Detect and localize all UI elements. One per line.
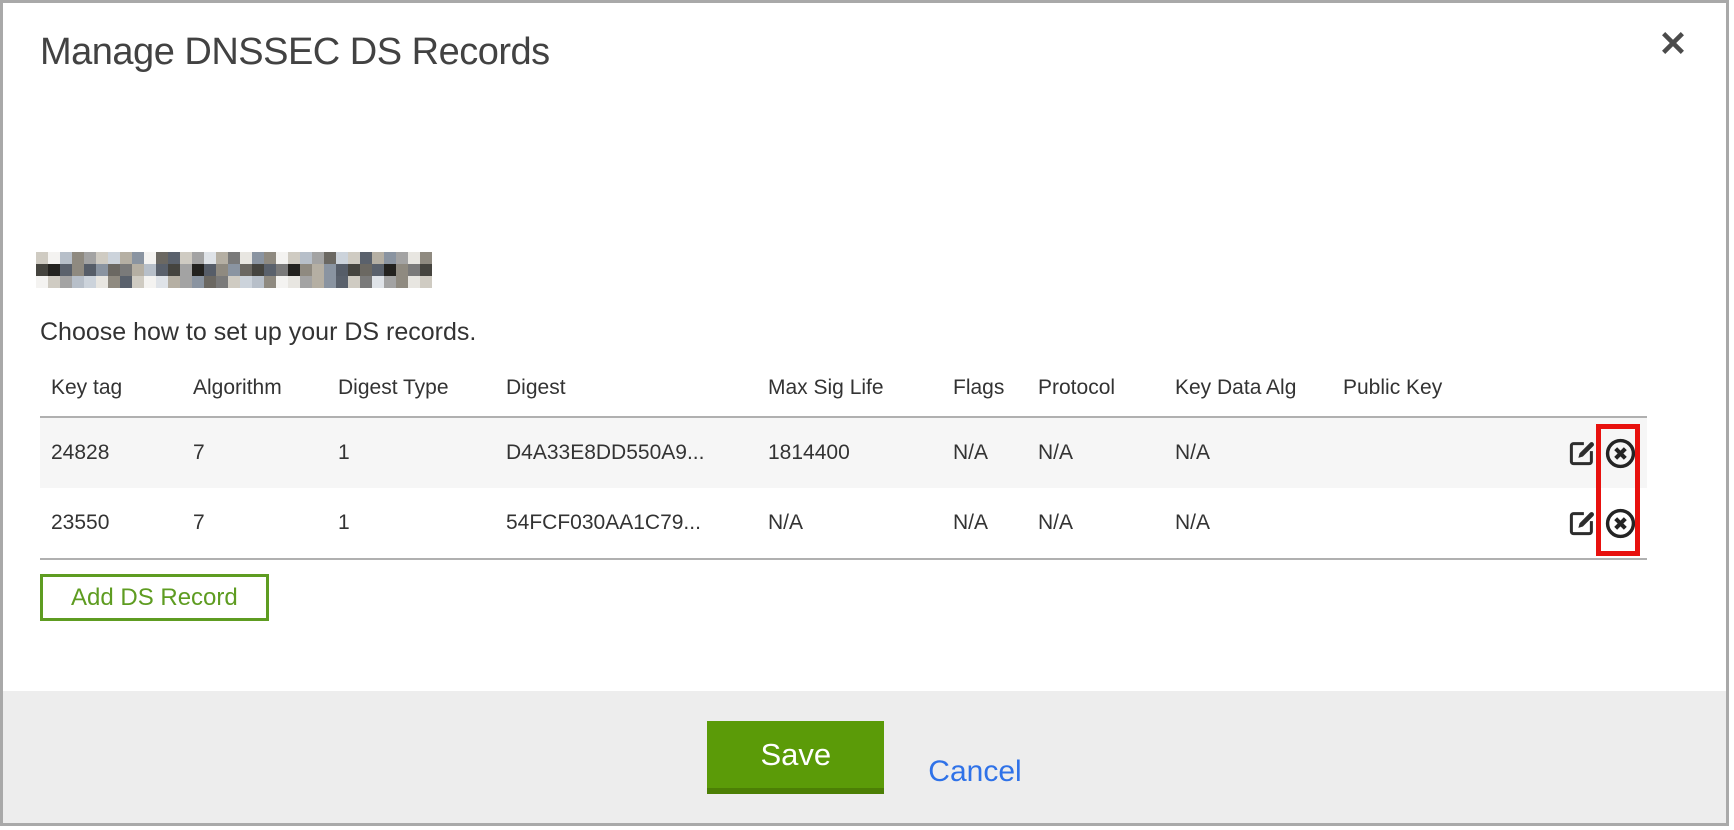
cell-max-sig-life: N/A	[768, 511, 953, 535]
edit-record-button[interactable]	[1567, 508, 1597, 538]
cell-key-tag: 24828	[51, 441, 193, 465]
table-row: 23550 7 1 54FCF030AA1C79... N/A N/A N/A …	[40, 488, 1647, 558]
cell-flags: N/A	[953, 511, 1038, 535]
cell-flags: N/A	[953, 441, 1038, 465]
row-actions	[1543, 437, 1647, 470]
header-max-sig-life: Max Sig Life	[768, 376, 953, 400]
header-algorithm: Algorithm	[193, 376, 338, 400]
manage-dnssec-dialog: Manage DNSSEC DS Records Choose how to s…	[0, 0, 1729, 826]
cell-key-tag: 23550	[51, 511, 193, 535]
cell-digest: D4A33E8DD550A9...	[506, 441, 768, 465]
cell-algorithm: 7	[193, 511, 338, 535]
header-public-key: Public Key	[1343, 376, 1543, 400]
table-row: 24828 7 1 D4A33E8DD550A9... 1814400 N/A …	[40, 418, 1647, 488]
save-button[interactable]: Save	[707, 721, 884, 794]
close-button[interactable]	[1651, 23, 1695, 67]
close-icon	[1658, 28, 1688, 63]
edit-icon	[1567, 438, 1597, 468]
redacted-domain-name	[36, 252, 432, 288]
cell-key-data-alg: N/A	[1175, 511, 1343, 535]
row-actions	[1543, 507, 1647, 540]
remove-circle-icon	[1604, 507, 1637, 540]
cell-digest-type: 1	[338, 511, 506, 535]
remove-circle-icon	[1604, 437, 1637, 470]
cell-key-data-alg: N/A	[1175, 441, 1343, 465]
header-digest: Digest	[506, 376, 768, 400]
header-key-tag: Key tag	[51, 376, 193, 400]
ds-records-table: Key tag Algorithm Digest Type Digest Max…	[40, 360, 1647, 560]
setup-instructions: Choose how to set up your DS records.	[40, 318, 476, 347]
cell-protocol: N/A	[1038, 511, 1175, 535]
page-title: Manage DNSSEC DS Records	[40, 31, 550, 74]
delete-record-button[interactable]	[1604, 437, 1637, 470]
dialog-footer: Save Cancel	[3, 691, 1726, 823]
cell-protocol: N/A	[1038, 441, 1175, 465]
cell-digest-type: 1	[338, 441, 506, 465]
delete-record-button[interactable]	[1604, 507, 1637, 540]
cancel-link[interactable]: Cancel	[928, 755, 1021, 789]
header-protocol: Protocol	[1038, 376, 1175, 400]
add-ds-record-button[interactable]: Add DS Record	[40, 574, 269, 621]
cell-algorithm: 7	[193, 441, 338, 465]
table-body: 24828 7 1 D4A33E8DD550A9... 1814400 N/A …	[40, 418, 1647, 560]
header-key-data-alg: Key Data Alg	[1175, 376, 1343, 400]
header-digest-type: Digest Type	[338, 376, 506, 400]
edit-icon	[1567, 508, 1597, 538]
cell-max-sig-life: 1814400	[768, 441, 953, 465]
header-flags: Flags	[953, 376, 1038, 400]
table-header-row: Key tag Algorithm Digest Type Digest Max…	[40, 360, 1647, 418]
edit-record-button[interactable]	[1567, 438, 1597, 468]
cell-digest: 54FCF030AA1C79...	[506, 511, 768, 535]
